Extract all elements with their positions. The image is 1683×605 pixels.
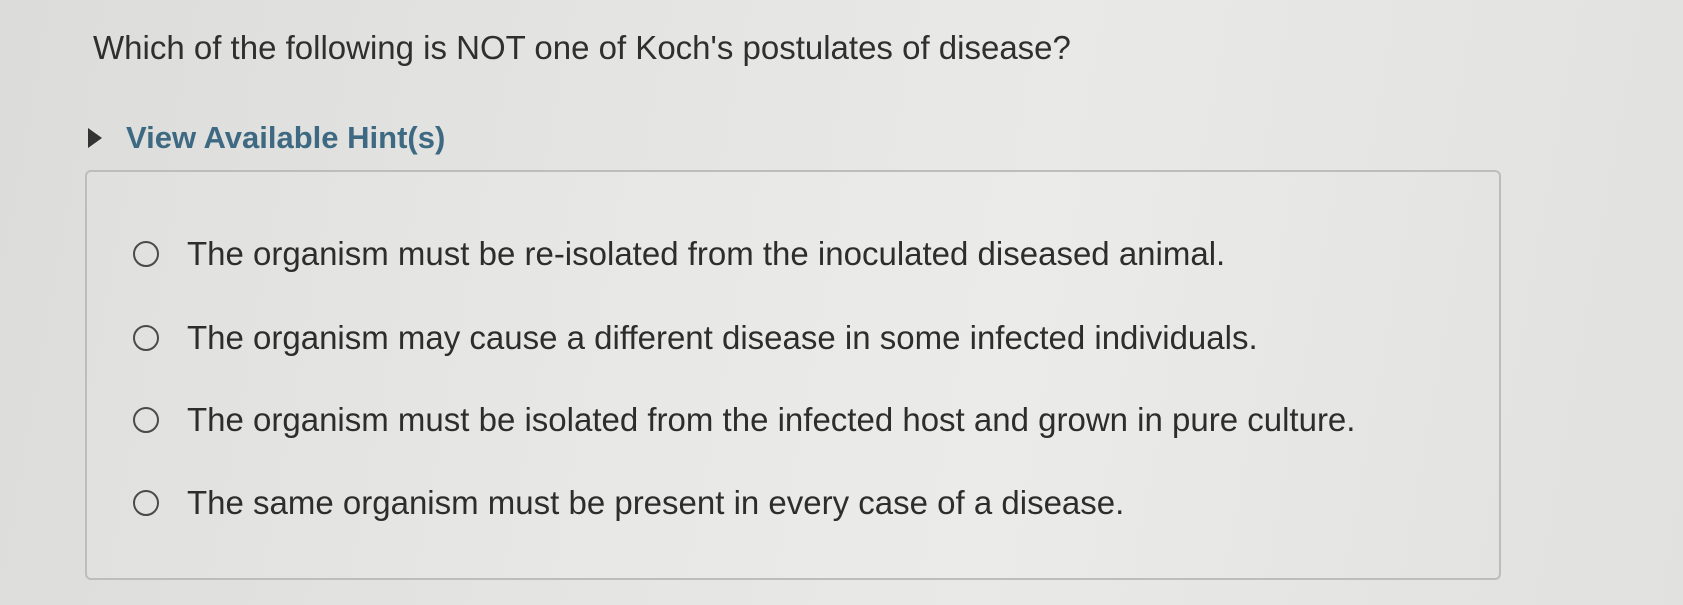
- view-hints-toggle[interactable]: View Available Hint(s): [88, 118, 445, 158]
- radio-button-1[interactable]: [133, 241, 159, 267]
- radio-button-2[interactable]: [133, 325, 159, 351]
- answer-options-group: The organism must be re-isolated from th…: [85, 170, 1501, 580]
- radio-button-4[interactable]: [133, 490, 159, 516]
- view-hints-label: View Available Hint(s): [126, 120, 446, 155]
- answer-option-4[interactable]: The same organism must be present in eve…: [133, 483, 1124, 523]
- answer-option-2[interactable]: The organism may cause a different disea…: [133, 318, 1258, 358]
- question-text: Which of the following is NOT one of Koc…: [93, 29, 1071, 66]
- answer-option-label: The organism must be isolated from the i…: [187, 401, 1356, 438]
- answer-option-label: The same organism must be present in eve…: [187, 484, 1125, 521]
- answer-option-1[interactable]: The organism must be re-isolated from th…: [133, 234, 1225, 274]
- radio-button-3[interactable]: [133, 407, 159, 433]
- answer-option-label: The organism may cause a different disea…: [187, 319, 1258, 356]
- caret-right-icon: [88, 128, 102, 148]
- answer-option-3[interactable]: The organism must be isolated from the i…: [133, 400, 1355, 440]
- answer-option-label: The organism must be re-isolated from th…: [187, 235, 1226, 272]
